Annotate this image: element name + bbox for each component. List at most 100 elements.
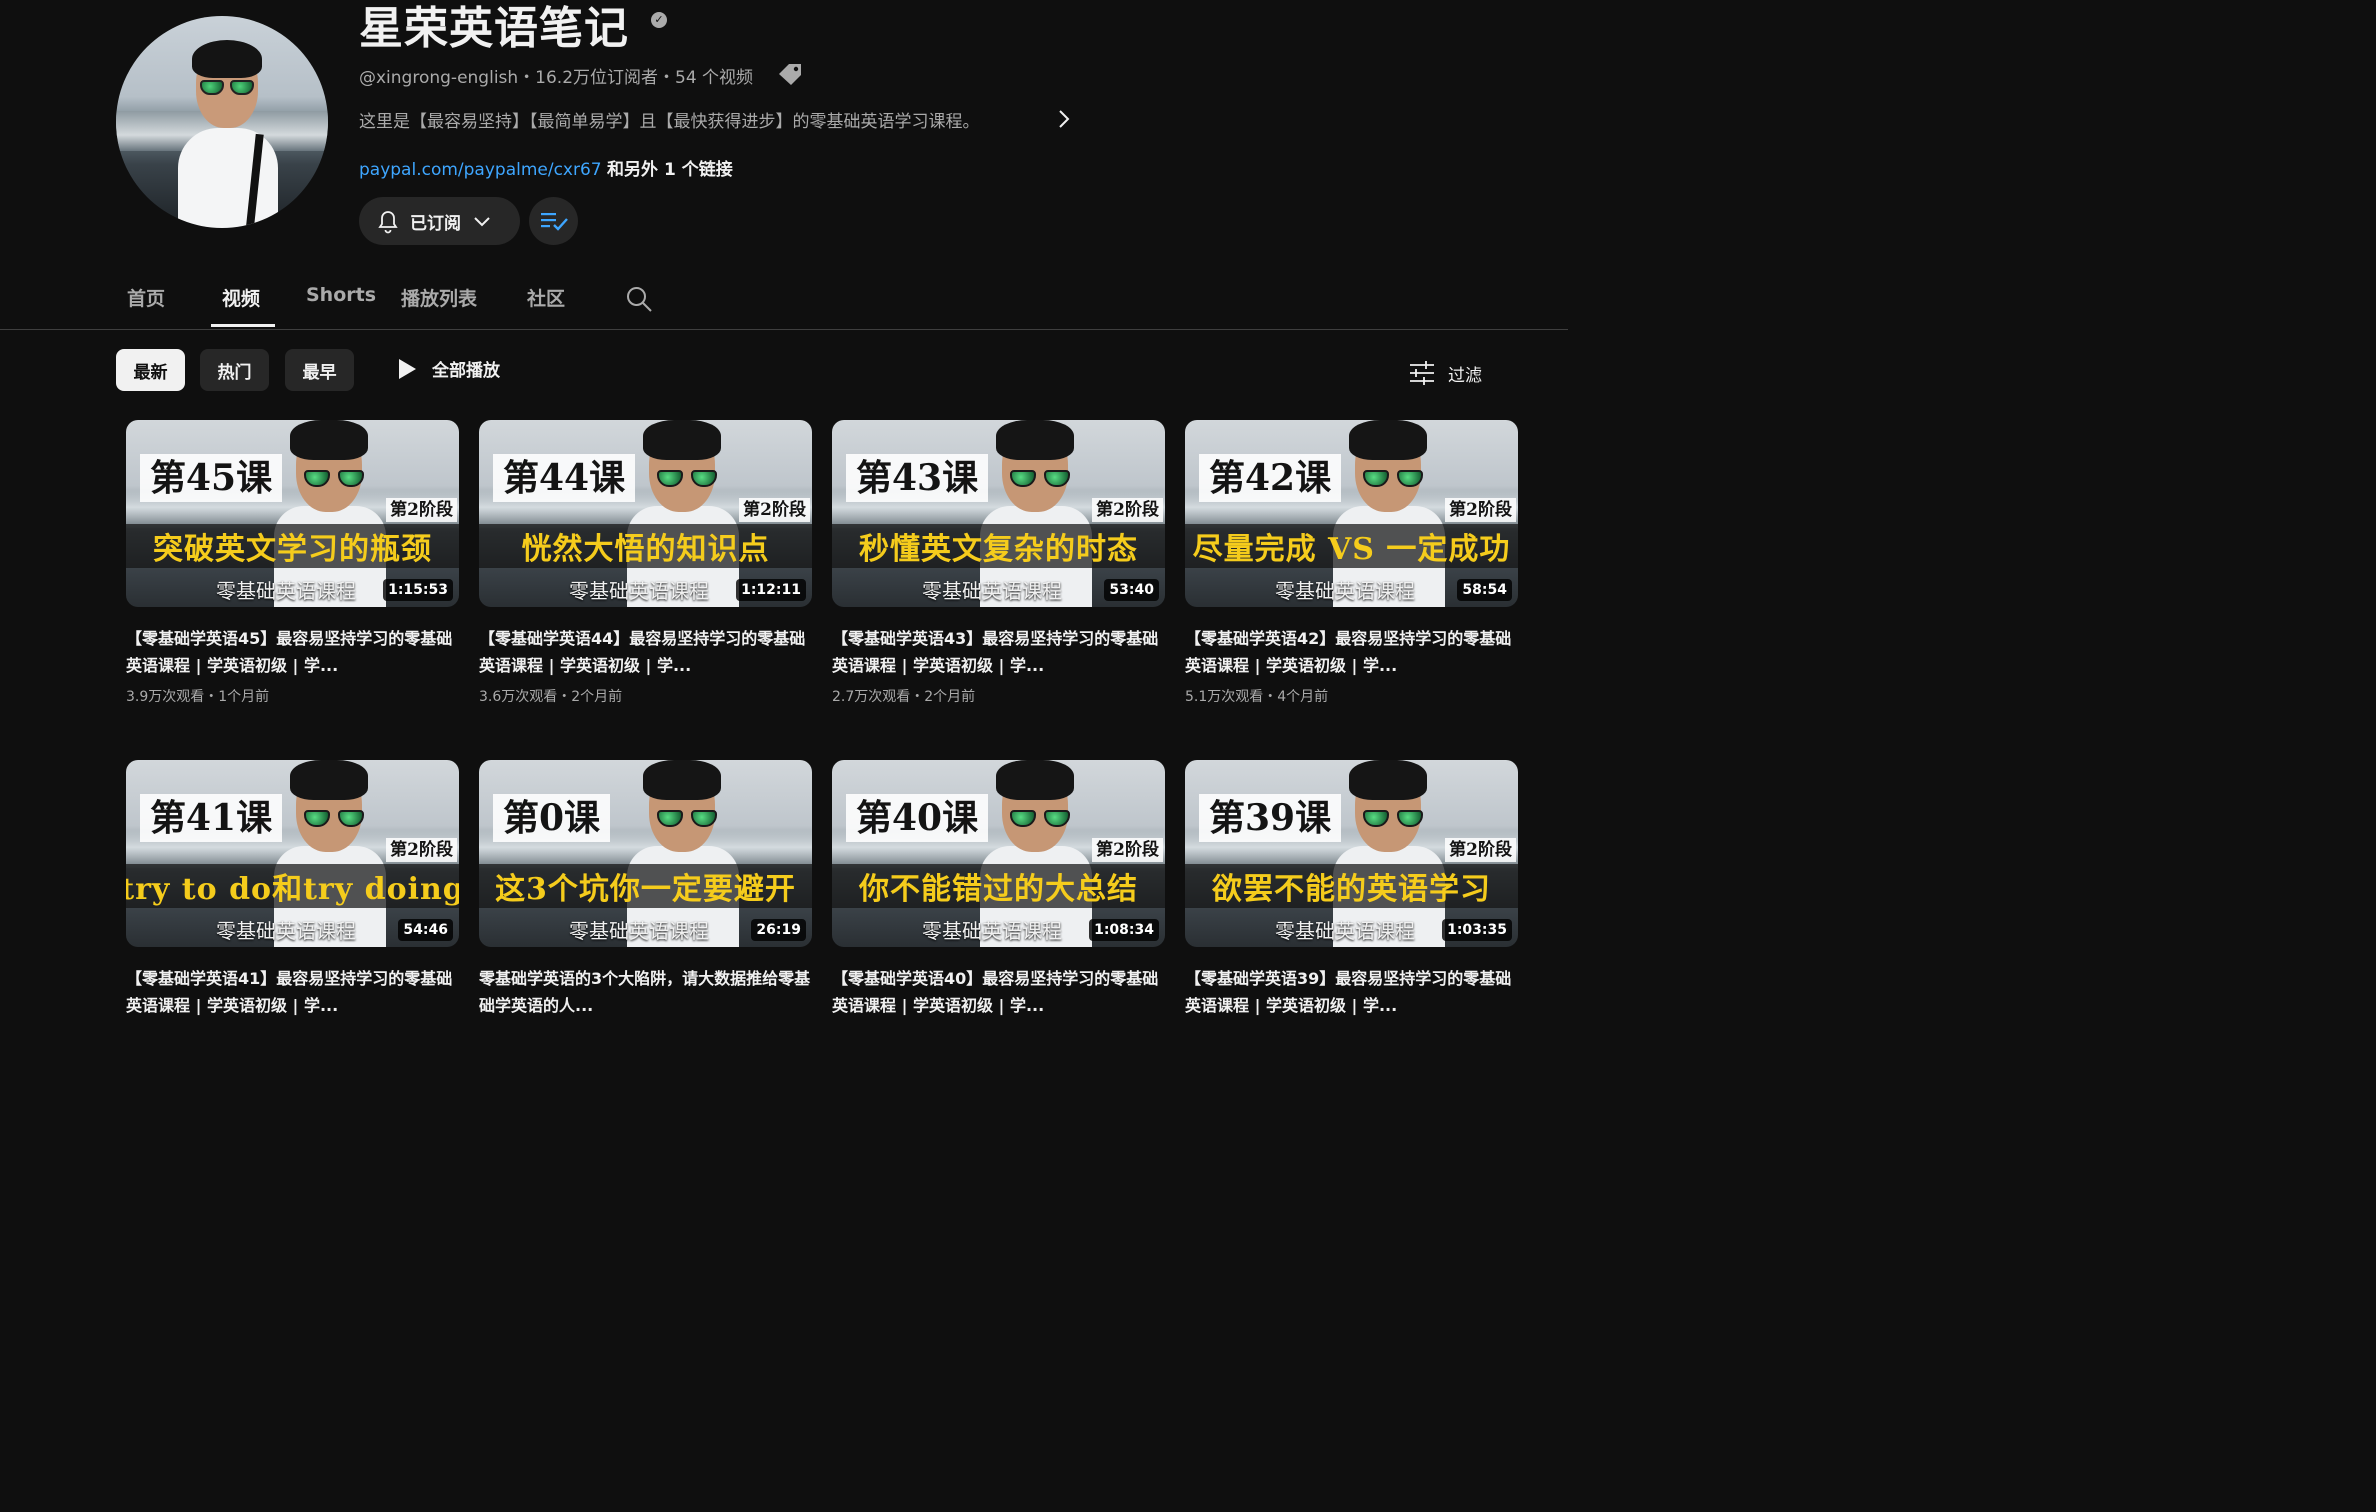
thumb-headline: 秒懂英文复杂的时态 [859, 532, 1138, 567]
video-title[interactable]: 零基础学英语的3个大陷阱，请大数据推给零基础学英语的人... [479, 965, 812, 1019]
channel-links: paypal.com/paypalme/cxr67 和另外 1 个链接 [359, 155, 733, 180]
active-tab-indicator [211, 324, 275, 327]
channel-meta: @xingrong-english・16.2万位订阅者・54 个视频 [359, 68, 754, 88]
video-card[interactable]: 第0课 这3个坑你一定要避开 零基础英语课程 26:19 零基础学英语的3个大陷… [479, 760, 812, 1019]
thumb-course: 零基础英语课程 [216, 919, 356, 943]
video-title[interactable]: 【零基础学英语40】最容易坚持学习的零基础英语课程 | 学英语初级 | 学... [832, 965, 1165, 1019]
video-thumbnail[interactable]: 第45课 第2阶段 突破英文学习的瓶颈 零基础英语课程 1:15:53 [126, 420, 459, 607]
filter-label: 过滤 [1448, 365, 1482, 386]
playlist-check-button[interactable] [529, 197, 578, 245]
thumb-lesson-number: 第0课 [493, 794, 611, 842]
chip-popular[interactable]: 热门 [200, 349, 269, 391]
thumb-course: 零基础英语课程 [216, 579, 356, 603]
thumb-stage: 第2阶段 [1445, 498, 1516, 522]
video-thumbnail[interactable]: 第39课 第2阶段 欲罢不能的英语学习 零基础英语课程 1:03:35 [1185, 760, 1518, 947]
thumb-lesson-number: 第43课 [846, 454, 989, 502]
video-thumbnail[interactable]: 第41课 第2阶段 try to do和try doing 零基础英语课程 54… [126, 760, 459, 947]
thumb-headline: 这3个坑你一定要避开 [495, 872, 796, 907]
video-thumbnail[interactable]: 第0课 这3个坑你一定要避开 零基础英语课程 26:19 [479, 760, 812, 947]
video-card[interactable]: 第44课 第2阶段 恍然大悟的知识点 零基础英语课程 1:12:11 【零基础学… [479, 420, 812, 706]
thumb-course: 零基础英语课程 [569, 919, 709, 943]
thumb-headline: 突破英文学习的瓶颈 [153, 532, 432, 567]
channel-title: 星荣英语笔记 [359, 3, 629, 54]
thumb-lesson-number: 第40课 [846, 794, 989, 842]
video-duration: 1:03:35 [1442, 919, 1512, 941]
video-meta: 2.7万次观看・2个月前 [832, 689, 976, 705]
tab-videos[interactable]: 视频 [222, 284, 260, 311]
thumb-stage: 第2阶段 [1092, 838, 1163, 862]
thumb-course: 零基础英语课程 [922, 919, 1062, 943]
thumb-course: 零基础英语课程 [922, 579, 1062, 603]
video-card[interactable]: 第41课 第2阶段 try to do和try doing 零基础英语课程 54… [126, 760, 459, 1019]
thumb-course: 零基础英语课程 [569, 579, 709, 603]
thumb-headline: 恍然大悟的知识点 [521, 532, 770, 567]
paypal-link[interactable]: paypal.com/paypalme/cxr67 [359, 160, 602, 180]
thumb-stage: 第2阶段 [386, 498, 457, 522]
channel-description[interactable]: 这里是【最容易坚持】【最简单易学】且【最快获得进步】的零基础英语学习课程。 [359, 107, 980, 132]
thumb-stage: 第2阶段 [1092, 498, 1163, 522]
thumb-headline: 欲罢不能的英语学习 [1212, 872, 1491, 907]
video-card[interactable]: 第42课 第2阶段 尽量完成 VS 一定成功 零基础英语课程 58:54 【零基… [1185, 420, 1518, 706]
video-thumbnail[interactable]: 第43课 第2阶段 秒懂英文复杂的时态 零基础英语课程 53:40 [832, 420, 1165, 607]
video-card[interactable]: 第45课 第2阶段 突破英文学习的瓶颈 零基础英语课程 1:15:53 【零基础… [126, 420, 459, 706]
video-duration: 1:08:34 [1089, 919, 1159, 941]
thumb-lesson-number: 第39课 [1199, 794, 1342, 842]
video-thumbnail[interactable]: 第44课 第2阶段 恍然大悟的知识点 零基础英语课程 1:12:11 [479, 420, 812, 607]
chevron-down-icon [474, 217, 490, 227]
video-title[interactable]: 【零基础学英语44】最容易坚持学习的零基础英语课程 | 学英语初级 | 学... [479, 625, 812, 679]
thumb-headline: 你不能错过的大总结 [859, 872, 1138, 907]
video-duration: 1:15:53 [383, 579, 453, 601]
more-links-label[interactable]: 和另外 1 个链接 [607, 160, 733, 180]
video-card[interactable]: 第40课 第2阶段 你不能错过的大总结 零基础英语课程 1:08:34 【零基础… [832, 760, 1165, 1019]
thumb-course: 零基础英语课程 [1275, 579, 1415, 603]
chip-oldest[interactable]: 最早 [285, 349, 354, 391]
video-meta: 3.6万次观看・2个月前 [479, 689, 623, 705]
play-all-label: 全部播放 [432, 361, 500, 381]
video-title[interactable]: 【零基础学英语41】最容易坚持学习的零基础英语课程 | 学英语初级 | 学... [126, 965, 459, 1019]
thumb-stage: 第2阶段 [386, 838, 457, 862]
tab-playlists[interactable]: 播放列表 [401, 284, 477, 311]
video-thumbnail[interactable]: 第40课 第2阶段 你不能错过的大总结 零基础英语课程 1:08:34 [832, 760, 1165, 947]
filter-button[interactable]: 过滤 [1408, 360, 1482, 386]
channel-avatar[interactable] [116, 16, 328, 228]
thumb-headline: try to do和try doing [126, 872, 459, 907]
video-title[interactable]: 【零基础学英语43】最容易坚持学习的零基础英语课程 | 学英语初级 | 学... [832, 625, 1165, 679]
video-title[interactable]: 【零基础学英语39】最容易坚持学习的零基础英语课程 | 学英语初级 | 学... [1185, 965, 1518, 1019]
video-duration: 1:12:11 [736, 579, 806, 601]
video-title[interactable]: 【零基础学英语45】最容易坚持学习的零基础英语课程 | 学英语初级 | 学... [126, 625, 459, 679]
channel-tabs: 首页 视频 Shorts 播放列表 社区 [0, 272, 1568, 330]
tag-icon[interactable] [776, 62, 804, 86]
playlist-check-icon [540, 213, 568, 231]
video-duration: 58:54 [1457, 579, 1512, 601]
thumb-stage: 第2阶段 [1445, 838, 1516, 862]
video-duration: 26:19 [751, 919, 806, 941]
tab-community[interactable]: 社区 [527, 284, 565, 311]
search-icon[interactable] [625, 285, 653, 313]
thumb-lesson-number: 第45课 [140, 454, 283, 502]
play-all-button[interactable]: 全部播放 [396, 356, 500, 381]
thumb-course: 零基础英语课程 [1275, 919, 1415, 943]
video-title[interactable]: 【零基础学英语42】最容易坚持学习的零基础英语课程 | 学英语初级 | 学... [1185, 625, 1518, 679]
video-duration: 53:40 [1104, 579, 1159, 601]
thumb-lesson-number: 第41课 [140, 794, 283, 842]
filter-sliders-icon [1410, 361, 1434, 385]
thumb-headline: 尽量完成 VS 一定成功 [1192, 532, 1511, 567]
video-thumbnail[interactable]: 第42课 第2阶段 尽量完成 VS 一定成功 零基础英语课程 58:54 [1185, 420, 1518, 607]
thumb-lesson-number: 第44课 [493, 454, 636, 502]
video-card[interactable]: 第43课 第2阶段 秒懂英文复杂的时态 零基础英语课程 53:40 【零基础学英… [832, 420, 1165, 706]
video-card[interactable]: 第39课 第2阶段 欲罢不能的英语学习 零基础英语课程 1:03:35 【零基础… [1185, 760, 1518, 1019]
thumb-lesson-number: 第42课 [1199, 454, 1342, 502]
tab-home[interactable]: 首页 [127, 284, 165, 311]
verified-check-icon: ✓ [651, 12, 667, 28]
subscribed-label: 已订阅 [410, 213, 461, 234]
subscribed-button[interactable]: 已订阅 [359, 197, 520, 245]
chip-latest[interactable]: 最新 [116, 349, 185, 391]
video-meta: 3.9万次观看・1个月前 [126, 689, 270, 705]
bell-icon [378, 211, 398, 234]
chevron-right-icon[interactable] [1055, 108, 1073, 130]
play-icon [399, 358, 416, 379]
video-meta: 5.1万次观看・4个月前 [1185, 689, 1329, 705]
tab-shorts[interactable]: Shorts [306, 284, 376, 306]
thumb-stage: 第2阶段 [739, 498, 810, 522]
video-duration: 54:46 [398, 919, 453, 941]
